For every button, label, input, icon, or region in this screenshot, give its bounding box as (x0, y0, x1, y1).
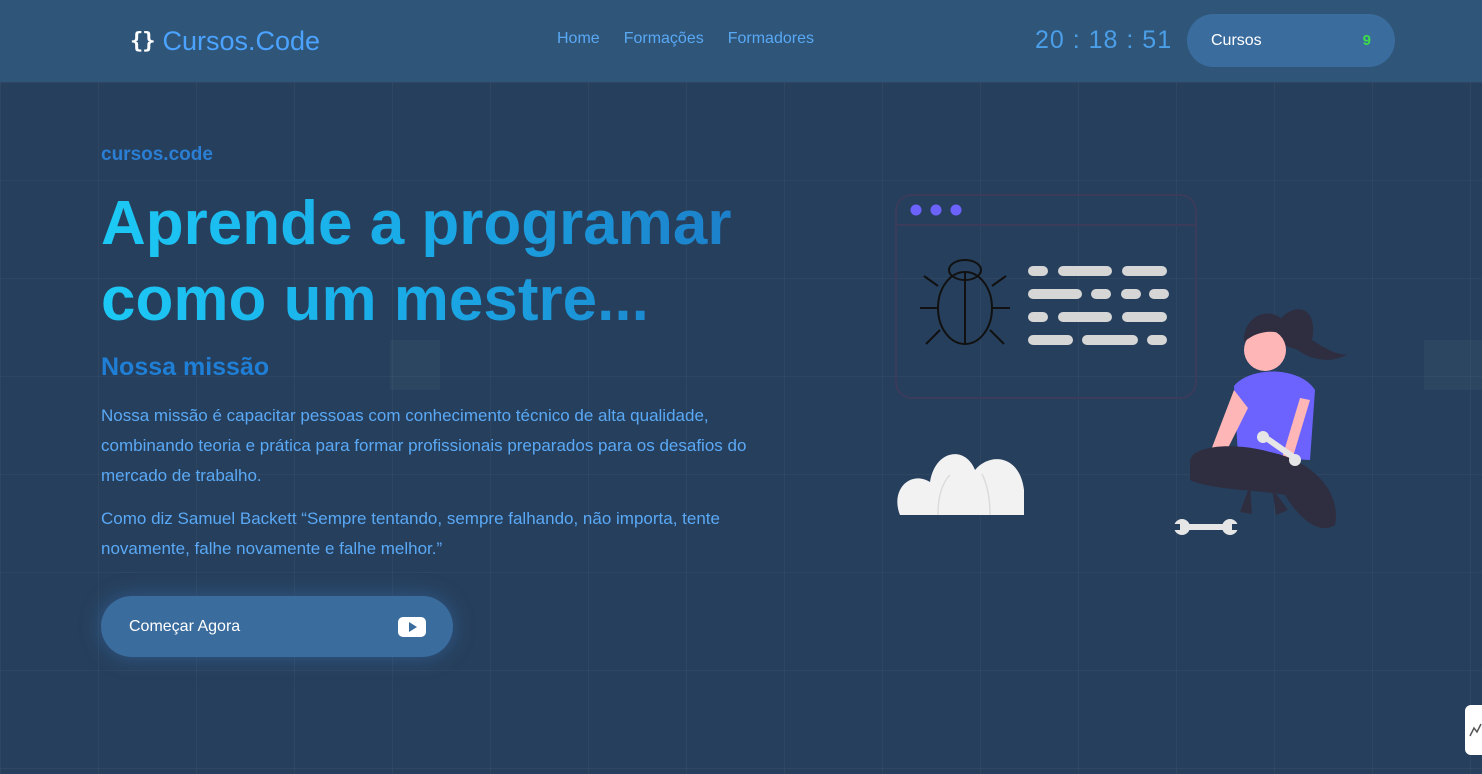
background-tile (390, 340, 440, 390)
courses-cart-count: 9 (1362, 32, 1371, 49)
site-logo[interactable]: {} Cursos.Code (130, 22, 320, 60)
top-navbar: {} Cursos.Code Home Formações Formadores… (0, 0, 1482, 82)
nav-link-formacoes[interactable]: Formações (624, 30, 704, 48)
clock: 20 : 18 : 51 (1035, 26, 1173, 54)
mission-paragraph: Nossa missão é capacitar pessoas com con… (101, 406, 747, 485)
youtube-play-icon (398, 616, 426, 637)
plant-graphic (897, 454, 1024, 516)
hero-title-line-2: como um mestre... (101, 265, 649, 334)
nav-link-formadores[interactable]: Formadores (728, 30, 814, 48)
quote-paragraph: Como diz Samuel Backett “Sempre tentando… (101, 509, 720, 558)
courses-cart-label: Cursos (1211, 31, 1262, 49)
nav-link-home[interactable]: Home (557, 30, 600, 48)
hero-title-line-1: Aprende a programar (101, 189, 732, 258)
braces-icon: {} (130, 28, 155, 54)
start-now-label: Começar Agora (129, 617, 241, 635)
mission-title: Nossa missão (101, 353, 270, 381)
side-widget-icon (1469, 723, 1482, 737)
floor-wrench-icon (1173, 519, 1239, 535)
start-now-button[interactable]: Começar Agora (101, 596, 453, 657)
courses-cart-button[interactable]: Cursos 9 (1187, 14, 1395, 67)
logo-text: Cursos.Code (162, 25, 321, 56)
hero-eyebrow: cursos.code (101, 144, 213, 165)
background-tile (1424, 340, 1482, 390)
main-nav: Home Formações Formadores (557, 30, 814, 48)
code-lines-graphic (1028, 266, 1169, 345)
developer-person-graphic (1190, 309, 1350, 529)
bug-icon (920, 259, 1010, 345)
floating-side-widget[interactable] (1465, 705, 1482, 755)
debugging-developer-illustration (895, 194, 1350, 535)
hero-title: Aprende a programar como um mestre... (101, 186, 821, 338)
